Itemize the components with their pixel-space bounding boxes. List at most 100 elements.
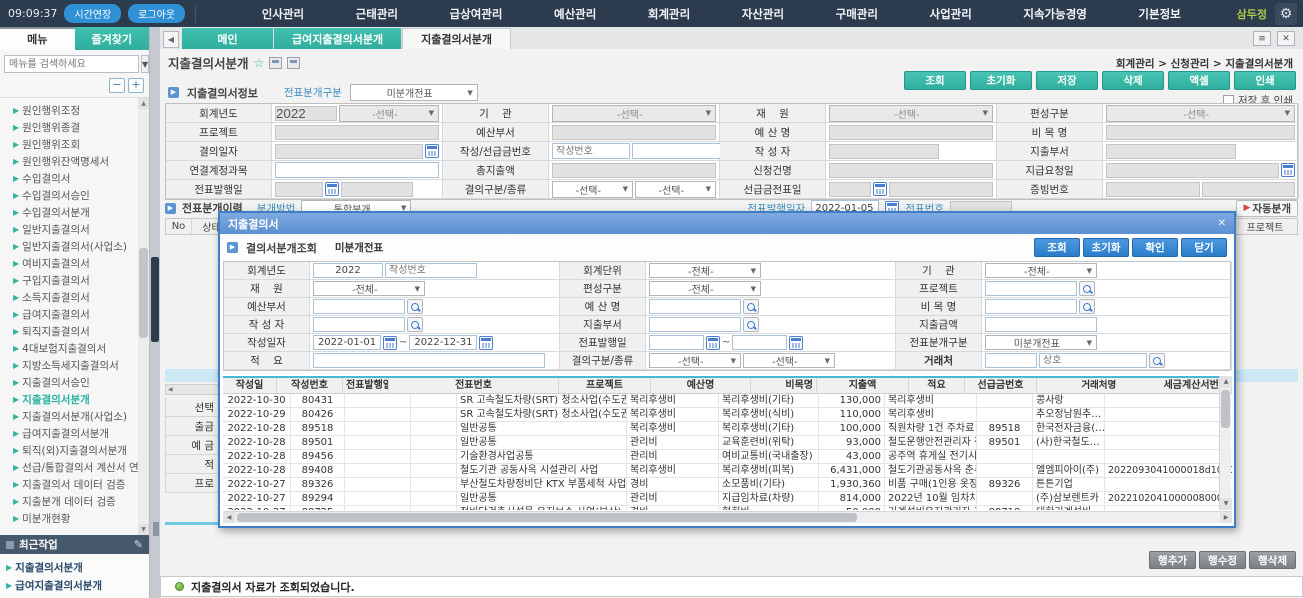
menu-tree-item[interactable]: ▶ 급여지출결의서: [13, 306, 149, 323]
modal-unit-select[interactable]: -전체-▼: [649, 263, 761, 278]
modal-toolbar-button[interactable]: 확인: [1132, 238, 1178, 257]
collapse-all-button[interactable]: −: [109, 78, 125, 93]
menu-tree-item[interactable]: ▶ 퇴직지출결의서: [13, 323, 149, 340]
search-magnifier-icon[interactable]: [743, 317, 759, 332]
evidence-no2-input[interactable]: [1202, 182, 1296, 197]
content-tab[interactable]: 급여지출결의서분개: [274, 28, 402, 49]
menu-tree-item[interactable]: ▶ 지출분개 데이터 검증: [13, 493, 149, 510]
toolbar-button[interactable]: 액셀: [1168, 71, 1230, 90]
scroll-left-icon[interactable]: ◀: [223, 512, 235, 523]
table-row[interactable]: 2022-10-27 89326 부산철도차량정비단 KTX 부품세척 사업 경…: [223, 478, 1232, 492]
top-menu-item[interactable]: 인사관리: [262, 6, 304, 22]
calendar-icon[interactable]: [325, 182, 339, 196]
modal-toolbar-button[interactable]: 초기화: [1083, 238, 1129, 257]
modal-vertical-scrollbar[interactable]: ▲ ▼: [1219, 376, 1231, 510]
user-name[interactable]: 삼두정: [1237, 6, 1267, 22]
calendar-icon[interactable]: [706, 336, 720, 350]
modal-orgtype-select[interactable]: -전체-▼: [649, 281, 761, 296]
menu-tree-item[interactable]: ▶ 원인행위조회: [13, 136, 149, 153]
table-header-cell[interactable]: 작성일: [223, 378, 277, 393]
tab-scroll-left-button[interactable]: ◀: [163, 31, 179, 48]
calendar-icon[interactable]: [873, 182, 887, 196]
refresh-screen-icon[interactable]: [287, 57, 300, 69]
table-header-cell[interactable]: 예산명: [651, 378, 751, 393]
toolbar-button[interactable]: 인쇄: [1234, 71, 1296, 90]
table-header-cell[interactable]: 적요: [909, 378, 965, 393]
top-menu-item[interactable]: 기본정보: [1138, 6, 1180, 22]
recent-job-item[interactable]: ▶ 지출결의서분개: [6, 558, 149, 576]
menu-tree-item[interactable]: ▶ 원인행위잔액명세서: [13, 153, 149, 170]
menu-tree-item[interactable]: ▶ 미분개현황: [13, 510, 149, 527]
pay-request-date-input[interactable]: [1106, 163, 1279, 178]
expand-all-button[interactable]: +: [128, 78, 144, 93]
top-menu-item[interactable]: 자산관리: [742, 6, 784, 22]
menu-tree-item[interactable]: ▶ 수입결의서분개: [13, 204, 149, 221]
item-name-input[interactable]: [1106, 125, 1295, 140]
table-header-cell[interactable]: 프로젝트: [559, 378, 651, 393]
calendar-icon[interactable]: [1281, 163, 1295, 177]
request-name-input[interactable]: [829, 163, 993, 178]
calendar-icon[interactable]: [383, 336, 397, 350]
modal-budget-name-input[interactable]: [649, 299, 741, 314]
row-action-button[interactable]: 행삭제: [1249, 551, 1296, 569]
table-row[interactable]: 2022-10-29 80426 SR 고속철도차량(SRT) 청소사업(수도권…: [223, 408, 1232, 422]
scroll-thumb[interactable]: [1221, 390, 1230, 428]
calendar-icon[interactable]: [479, 336, 493, 350]
content-tab[interactable]: 지출결의서분개: [402, 28, 511, 49]
calendar-icon[interactable]: [789, 336, 803, 350]
fiscal-year-select[interactable]: -선택-▼: [339, 105, 439, 122]
scroll-up-icon[interactable]: ▲: [138, 98, 149, 109]
table-header-cell[interactable]: 전표번호: [389, 378, 559, 393]
favorite-star-icon[interactable]: ☆: [254, 56, 265, 70]
table-header-cell[interactable]: 비목명: [751, 378, 817, 393]
fiscal-year-input[interactable]: [275, 106, 337, 121]
table-header-cell[interactable]: 거래처명: [1037, 378, 1161, 393]
advance-voucher-date2-input[interactable]: [889, 182, 993, 197]
spend-dept-input[interactable]: [1106, 144, 1236, 159]
clear-recent-icon[interactable]: ✎: [134, 538, 143, 551]
scroll-down-icon[interactable]: ▼: [1220, 498, 1232, 510]
table-row[interactable]: 2022-10-28 89501 일반공통 관리비 교육훈련비(위탁) 93,0…: [223, 436, 1232, 450]
window-close-button[interactable]: ✕: [1277, 31, 1295, 46]
auto-divide-button[interactable]: ▶자동분개: [1236, 200, 1298, 217]
search-magnifier-icon[interactable]: [1079, 281, 1095, 296]
toolbar-button[interactable]: 조회: [904, 71, 966, 90]
modal-decision-kind-select[interactable]: -선택-▼: [743, 353, 835, 368]
table-row[interactable]: 2022-10-30 80431 SR 고속철도차량(SRT) 청소사업(수도권…: [223, 394, 1232, 408]
menu-tree-item[interactable]: ▶ 일반지출결의서: [13, 221, 149, 238]
modal-memo-input[interactable]: [313, 353, 545, 368]
extend-session-button[interactable]: 시간연장: [64, 4, 121, 23]
agency-select[interactable]: -선택-▼: [552, 105, 716, 122]
menu-tree-item[interactable]: ▶ 일반지출결의서(사업소): [13, 238, 149, 255]
modal-voucher-to-input[interactable]: [732, 335, 787, 350]
modal-titlebar[interactable]: 지출결의서 ✕: [220, 213, 1234, 234]
menu-tree-item[interactable]: ▶ 퇴직(외)지출결의서분개: [13, 442, 149, 459]
calendar-icon[interactable]: [425, 144, 439, 158]
project-input[interactable]: [275, 125, 439, 140]
modal-amount-input[interactable]: [985, 317, 1097, 332]
search-magnifier-icon[interactable]: [1079, 299, 1095, 314]
table-row[interactable]: 2022-10-27 89294 일반공통 관리비 지급임차료(차량) 814,…: [223, 492, 1232, 506]
linked-account-input[interactable]: [275, 162, 439, 178]
table-row[interactable]: 2022-10-28 89456 기술환경사업공통 관리비 여비교통비(국내출장…: [223, 450, 1232, 464]
write-no-input[interactable]: [552, 143, 630, 159]
modal-toolbar-button[interactable]: 조회: [1034, 238, 1080, 257]
modal-date-from-input[interactable]: [313, 335, 381, 350]
menu-search-input[interactable]: [4, 55, 139, 73]
menu-tree-item[interactable]: ▶ 지출결의서 데이터 검증: [13, 476, 149, 493]
menu-tree-item[interactable]: ▶ 구입지출결의서: [13, 272, 149, 289]
table-header-cell[interactable]: 작성번호: [277, 378, 343, 393]
menu-tree-item[interactable]: ▶ 수입결의서승인: [13, 187, 149, 204]
top-menu-item[interactable]: 구매관리: [836, 6, 878, 22]
search-magnifier-icon[interactable]: [407, 299, 423, 314]
sidebar-tab-favorites[interactable]: 즐겨찾기: [75, 27, 150, 50]
menu-tree-item[interactable]: ▶ 여비지출결의서: [13, 255, 149, 272]
budget-name-input[interactable]: [829, 125, 993, 140]
search-magnifier-icon[interactable]: [743, 299, 759, 314]
menu-tree-item[interactable]: ▶ 수입결의서: [13, 170, 149, 187]
modal-close-icon[interactable]: ✕: [1218, 218, 1226, 229]
top-menu-item[interactable]: 사업관리: [930, 6, 972, 22]
modal-toolbar-button[interactable]: 닫기: [1181, 238, 1227, 257]
modal-write-no-input[interactable]: [385, 263, 477, 278]
writer-input[interactable]: [829, 144, 939, 159]
